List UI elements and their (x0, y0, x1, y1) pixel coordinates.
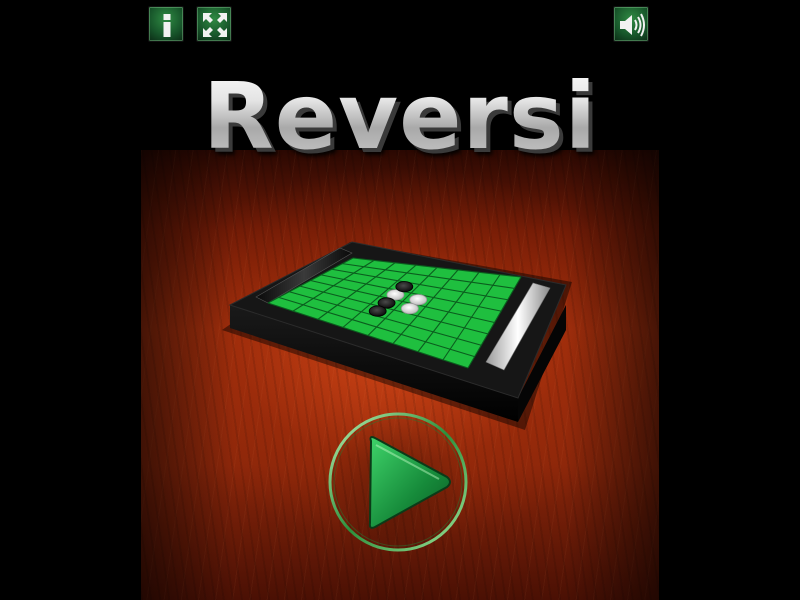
info-icon (163, 14, 171, 37)
game-title: Reversi (0, 62, 800, 172)
play-button[interactable] (327, 411, 469, 553)
game-stage: Reversi (0, 0, 800, 600)
sound-button[interactable] (613, 6, 649, 42)
black-piece (368, 305, 387, 317)
white-piece (400, 302, 419, 315)
black-piece (395, 281, 414, 293)
speaker-icon (620, 13, 645, 37)
fullscreen-button[interactable] (196, 6, 232, 42)
info-button[interactable] (148, 6, 184, 42)
fullscreen-icon (203, 13, 227, 37)
